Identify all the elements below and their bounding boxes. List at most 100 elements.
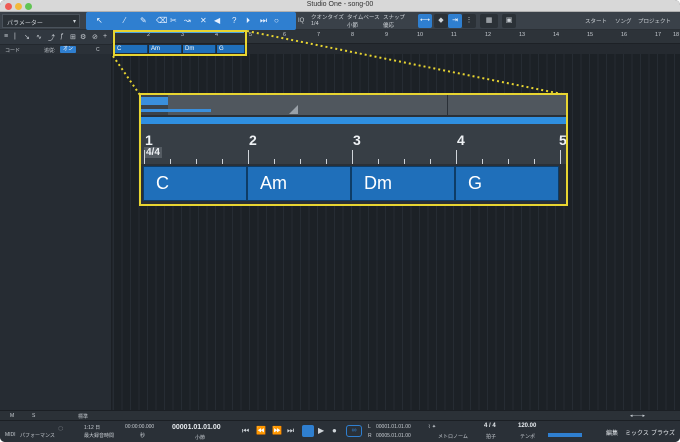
zoom-bar-3: 3: [353, 132, 361, 148]
bend-icon[interactable]: ⤴: [48, 33, 55, 43]
tab-edit[interactable]: 編集: [606, 428, 618, 437]
ruler-bar-15: 15: [587, 32, 594, 38]
loop-right-marker: R: [368, 433, 372, 439]
listen-tool-icon[interactable]: ◀: [214, 16, 220, 25]
record-circle-icon[interactable]: ○: [274, 16, 279, 25]
project-link[interactable]: プロジェクト: [638, 17, 671, 25]
rewind-icon[interactable]: ⏪: [256, 426, 266, 435]
app-window: Studio One - song-00 パラメーター ▾ ↖ ⁄ ✎ ⌫ ✂ …: [0, 0, 680, 442]
timebase-label: タイムベース: [347, 15, 380, 21]
layout-button[interactable]: ▦: [480, 14, 498, 28]
ruler-bar-16: 16: [621, 32, 628, 38]
settings-icon[interactable]: ⚙: [80, 33, 86, 41]
mute-tool-icon[interactable]: ✕: [200, 16, 207, 25]
ruler-bar-10: 10: [417, 32, 424, 38]
snap-toggle-button[interactable]: ⟷: [418, 14, 432, 28]
zoom-ruler[interactable]: 1 2 3 4 5 4/4: [141, 124, 566, 164]
grid-button[interactable]: ⋮: [462, 14, 476, 28]
punch-icon[interactable]: ⌇ ✦: [428, 424, 436, 430]
mute-all-button[interactable]: M: [10, 413, 14, 419]
automation-icon[interactable]: ∿: [36, 33, 42, 41]
question-icon[interactable]: ?: [232, 16, 236, 25]
max-record-label: 最大録音時間: [84, 433, 115, 439]
highlight-box: [113, 30, 247, 56]
arrange-bottom-bar: M S 標準 ◂——▸: [0, 410, 680, 420]
zoom-bar-5: 5: [559, 132, 567, 148]
edit-mode-label[interactable]: 標準: [78, 413, 88, 420]
signature-value: 4 / 4: [484, 423, 496, 429]
split-tool-icon[interactable]: ✂: [170, 16, 177, 25]
tab-mix[interactable]: ミックス: [625, 428, 649, 437]
iq-label: IQ: [298, 18, 305, 24]
ruler-bar-9: 9: [385, 32, 389, 38]
follow-label: 追従:: [44, 47, 56, 54]
chord-track-header[interactable]: コード 追従: オン C: [0, 44, 112, 54]
follow-on-button[interactable]: オン: [60, 46, 76, 53]
title-bar: Studio One - song-00: [0, 0, 680, 12]
bars-label: 小節: [195, 435, 206, 441]
ruler-bar-18: 18: [673, 32, 680, 38]
loop-button[interactable]: ∞: [346, 425, 362, 437]
skip-icon[interactable]: ⏭: [260, 16, 267, 26]
zoom-loop-bar[interactable]: [141, 117, 566, 127]
end-icon[interactable]: ⏭: [287, 426, 294, 436]
ruler-bar-12: 12: [485, 32, 492, 38]
group-icon[interactable]: ⊞: [70, 33, 76, 41]
midi-label: MIDI: [5, 432, 16, 438]
autoscroll-button[interactable]: ⇥: [448, 14, 462, 28]
chord-event[interactable]: C: [143, 166, 247, 201]
beats-label: 拍子: [486, 434, 497, 440]
time-signature: 4/4: [144, 147, 162, 158]
track-list-panel: [0, 54, 112, 410]
tuning-icon[interactable]: ƒ: [60, 33, 64, 40]
master-volume-slider[interactable]: [548, 433, 582, 437]
curve-icon[interactable]: ↘: [24, 33, 30, 41]
start-link[interactable]: スタート: [585, 17, 607, 25]
range-tool-icon[interactable]: ⁄: [124, 16, 125, 25]
performance-label: パフォーマンス: [20, 433, 55, 439]
pencil-tool-icon[interactable]: ✎: [140, 16, 147, 25]
marker-button[interactable]: ◆: [434, 14, 448, 28]
chord-c-label: C: [96, 46, 100, 53]
mixer-icon-button[interactable]: ▣: [502, 14, 516, 28]
song-link[interactable]: ソング: [615, 17, 632, 25]
timebase-value[interactable]: 小節: [347, 21, 358, 29]
bar-icon[interactable]: |: [14, 33, 16, 40]
zoom-overview-bar: [141, 95, 566, 115]
resize-handle-icon[interactable]: [289, 105, 298, 114]
quantize-value[interactable]: 1/4: [311, 21, 319, 27]
eraser-tool-icon[interactable]: ⌫: [156, 16, 167, 25]
tab-browse[interactable]: ブラウズ: [651, 428, 675, 437]
chord-event[interactable]: Am: [247, 166, 351, 201]
chord-event[interactable]: Dm: [351, 166, 455, 201]
loop-right-value: 00005.01.01.00: [376, 433, 411, 439]
chord-event[interactable]: G: [455, 166, 559, 201]
loop-left-marker: L: [368, 424, 371, 430]
zoom-bar-1: 1: [145, 132, 153, 148]
ruler-bar-7: 7: [317, 32, 321, 38]
stop-button[interactable]: [302, 425, 314, 437]
add-track-icon[interactable]: +: [103, 33, 107, 40]
transport-bar: MIDI パフォーマンス ◌ 1:12 日 最大録音時間 00:00:00.00…: [0, 420, 680, 442]
return-zero-icon[interactable]: ⏮: [242, 426, 249, 436]
sample-rate-value: 1:12 日: [84, 425, 101, 431]
bend-tool-icon[interactable]: ↝: [184, 16, 191, 25]
tool-group: ↖ ⁄ ✎ ⌫ ✂ ↝ ✕ ◀ ? ⏵ ⏭ ○: [86, 12, 296, 30]
record-icon[interactable]: ●: [332, 426, 337, 435]
clear-icon[interactable]: ⊘: [92, 33, 98, 41]
position-counter: 00001.01.01.00: [172, 424, 221, 431]
zoom-slider-icon[interactable]: ◂——▸: [630, 413, 645, 419]
seconds-label: 秒: [140, 433, 146, 439]
forward-icon[interactable]: ⏵: [246, 16, 250, 26]
fast-forward-icon[interactable]: ⏩: [272, 426, 282, 435]
snap-label: スナップ: [383, 15, 406, 21]
play-icon[interactable]: ▶: [318, 426, 324, 435]
solo-all-button[interactable]: S: [32, 413, 35, 419]
parameter-dropdown[interactable]: パラメーター ▾: [2, 14, 80, 28]
arrow-tool-icon[interactable]: ↖: [96, 16, 103, 25]
list-icon[interactable]: ≡: [4, 33, 8, 40]
snap-value[interactable]: 優応: [383, 21, 394, 29]
tempo-value: 120.00: [518, 423, 537, 429]
ruler-bar-8: 8: [351, 32, 355, 38]
metronome-label: メトロノーム: [438, 434, 468, 440]
